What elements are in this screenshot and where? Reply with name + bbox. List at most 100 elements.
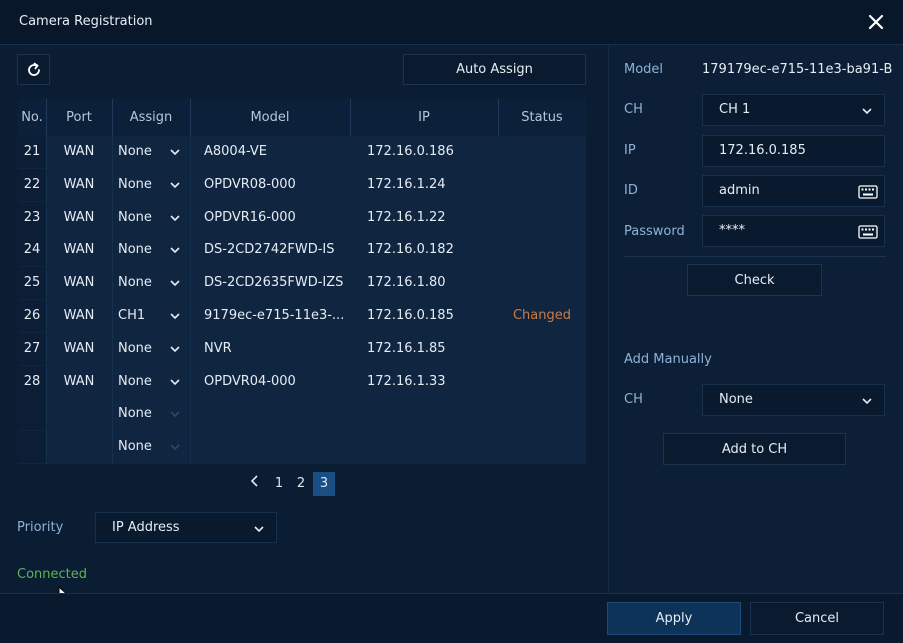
- row-model: OPDVR16-000: [204, 209, 296, 225]
- row-model: DS-2CD2635FWD-IZS: [204, 275, 344, 291]
- keyboard-icon[interactable]: [858, 185, 878, 199]
- row-status: [498, 169, 586, 201]
- chevron-down-icon: [170, 182, 180, 188]
- chevron-down-icon: [862, 108, 872, 115]
- row-number: [18, 431, 46, 464]
- header-model: Model: [250, 110, 290, 125]
- row-number: 28: [18, 365, 46, 398]
- table-row[interactable]: 28 WAN None OPDVR04-000 172.16.1.33: [18, 365, 586, 398]
- row-port: WAN: [63, 308, 95, 323]
- row-port: WAN: [63, 176, 95, 192]
- table-row[interactable]: 23 WAN None OPDVR16-000 172.16.1.22: [18, 201, 586, 234]
- ch-value: CH 1: [719, 102, 751, 117]
- row-ip: 172.16.0.185: [367, 308, 454, 323]
- chevron-down-icon: [862, 398, 872, 405]
- table-row[interactable]: 24 WAN None DS-2CD2742FWD-IS 172.16.0.182: [18, 234, 586, 267]
- row-assign-value: None: [118, 275, 152, 291]
- header-status: Status: [521, 110, 563, 125]
- table-row[interactable]: 22 WAN None OPDVR08-000 172.16.1.24: [18, 168, 586, 201]
- row-model: NVR: [204, 340, 232, 356]
- row-assign-value: None: [118, 340, 152, 356]
- table-row[interactable]: None: [18, 398, 586, 431]
- chevron-down-icon: [170, 149, 180, 156]
- row-ip: 172.16.1.33: [367, 373, 446, 389]
- chevron-down-icon: [170, 280, 180, 287]
- row-port: WAN: [63, 144, 95, 159]
- row-port: WAN: [63, 242, 95, 258]
- row-model: 9179ec-e715-11e3-...: [204, 308, 345, 323]
- close-icon[interactable]: [866, 12, 886, 32]
- row-ip: 172.16.1.80: [367, 275, 446, 291]
- row-status: [498, 431, 586, 463]
- ip-value: 172.16.0.185: [719, 143, 806, 158]
- page-button-2[interactable]: 2: [292, 472, 310, 496]
- header-ip: IP: [418, 110, 430, 125]
- row-assign-value: None: [118, 144, 152, 159]
- refresh-button[interactable]: [17, 54, 50, 85]
- header-assign: Assign: [129, 110, 173, 125]
- ip-label: IP: [624, 143, 636, 158]
- table-row[interactable]: 21 WAN None A8004-VE 172.16.0.186: [18, 136, 586, 168]
- row-assign-select[interactable]: None: [118, 431, 188, 463]
- row-assign-select[interactable]: None: [118, 234, 188, 266]
- window-title: Camera Registration: [19, 14, 153, 29]
- row-model: [204, 431, 354, 463]
- password-input[interactable]: ****: [702, 215, 885, 247]
- id-input[interactable]: admin: [702, 175, 885, 207]
- table-row[interactable]: 27 WAN None NVR 172.16.1.85: [18, 332, 586, 365]
- camera-details-panel: [608, 46, 903, 593]
- row-number: 22: [18, 168, 46, 201]
- auto-assign-button[interactable]: Auto Assign: [403, 54, 586, 85]
- row-assign-select[interactable]: None: [118, 169, 188, 201]
- table-row[interactable]: None: [18, 431, 586, 464]
- row-assign-value: None: [118, 242, 152, 258]
- priority-label: Priority: [17, 520, 64, 535]
- row-port: WAN: [63, 209, 95, 225]
- prev-page-button[interactable]: [246, 472, 264, 496]
- chevron-down-icon: [170, 379, 180, 385]
- camera-table: No. Port Assign Model IP Status 21 WAN Non…: [18, 99, 586, 464]
- table-row[interactable]: 25 WAN None DS-2CD2635FWD-IZS 172.16.1.80: [18, 267, 586, 300]
- apply-button[interactable]: Apply: [607, 602, 741, 635]
- ip-input[interactable]: 172.16.0.185: [702, 135, 885, 167]
- add-to-ch-button[interactable]: Add to CH: [663, 433, 846, 465]
- row-assign-select[interactable]: None: [118, 202, 188, 234]
- keyboard-icon[interactable]: [858, 225, 878, 239]
- row-number: [18, 398, 46, 431]
- row-assign-value: None: [118, 406, 152, 422]
- chevron-down-icon: [170, 247, 180, 254]
- row-status: [498, 267, 586, 299]
- row-status: [498, 234, 586, 266]
- check-button[interactable]: Check: [687, 264, 822, 296]
- row-ip: 172.16.1.24: [367, 176, 446, 192]
- row-model: [204, 398, 354, 430]
- id-value: admin: [719, 183, 760, 198]
- chevron-down-icon: [170, 444, 180, 451]
- cancel-button[interactable]: Cancel: [750, 602, 884, 635]
- connection-status: Connected: [17, 567, 88, 582]
- page-button-3[interactable]: 3: [313, 472, 335, 496]
- row-port: WAN: [63, 373, 95, 389]
- priority-select[interactable]: IP Address: [95, 512, 277, 543]
- row-assign-select[interactable]: None: [118, 333, 188, 365]
- row-model: A8004-VE: [204, 144, 268, 159]
- row-assign-select[interactable]: None: [118, 267, 188, 299]
- row-ip: [367, 398, 497, 430]
- table-row[interactable]: 26 WAN CH1 9179ec-e715-11e3-... 172.16.0.185…: [18, 300, 586, 332]
- row-assign-select[interactable]: CH1: [118, 300, 188, 332]
- row-assign-select[interactable]: None: [118, 398, 188, 430]
- row-assign-select[interactable]: None: [118, 136, 188, 168]
- table-header: No. Port Assign Model IP Status: [18, 99, 586, 136]
- header-port: Port: [66, 110, 92, 125]
- row-assign-select[interactable]: None: [118, 366, 188, 398]
- row-number: 24: [18, 234, 46, 267]
- pagination: 1 2 3: [246, 472, 338, 496]
- ch-select[interactable]: CH 1: [702, 94, 885, 126]
- row-port: [46, 398, 112, 430]
- page-button-1[interactable]: 1: [270, 472, 288, 496]
- details-divider: [624, 256, 886, 257]
- title-bar: Camera Registration: [0, 0, 903, 45]
- row-number: 23: [18, 201, 46, 234]
- manual-ch-select[interactable]: None: [702, 384, 885, 416]
- row-number: 26: [18, 300, 46, 332]
